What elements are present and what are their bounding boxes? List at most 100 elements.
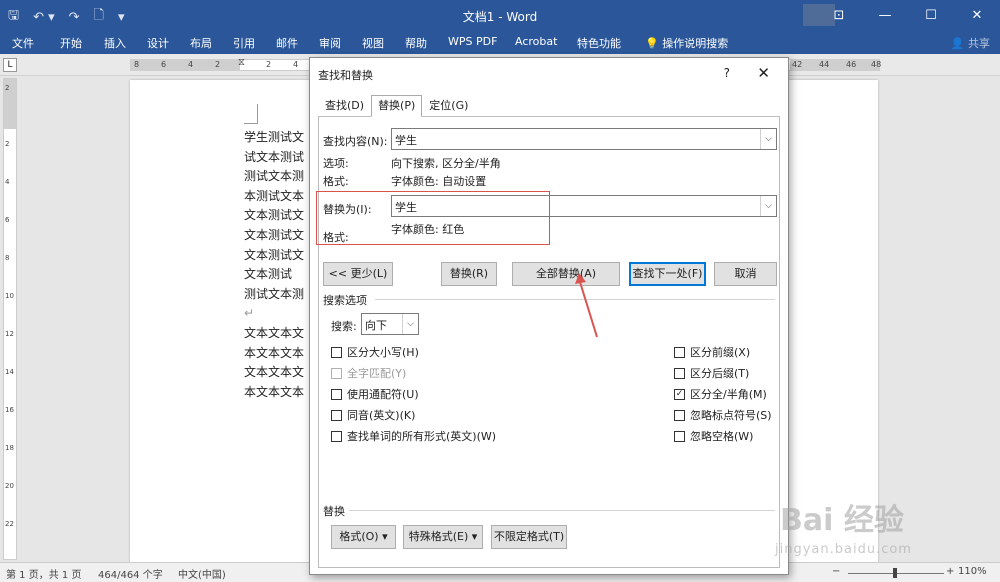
ribbon-display-options-icon[interactable]: ⊡ — [816, 0, 862, 30]
dialog-title: 查找和替换 — [318, 69, 373, 82]
annotation-arrow-icon — [575, 273, 598, 338]
indent-marker-icon[interactable]: ⧖ — [238, 57, 245, 68]
zoom-out-icon[interactable]: − — [832, 566, 840, 577]
minimize-icon[interactable]: — — [862, 0, 908, 30]
checkbox-box[interactable] — [674, 346, 685, 358]
ignore-punctuation-checkbox[interactable]: 忽略标点符号(S) — [674, 407, 772, 423]
share-label: 共享 — [968, 37, 990, 50]
ruler-number: 4 — [293, 60, 299, 69]
wildcards-checkbox[interactable]: 使用通配符(U) — [331, 386, 419, 402]
tab-view[interactable]: 视图 — [362, 35, 405, 51]
zoom-in-icon[interactable]: + — [946, 566, 954, 577]
no-formatting-button[interactable]: 不限定格式(T) — [491, 525, 567, 549]
document-line: 文本测试文 — [244, 247, 305, 262]
replace-section-heading: 替换 — [323, 505, 345, 518]
vruler-number: 14 — [5, 368, 14, 376]
checkbox-box[interactable] — [331, 346, 342, 358]
document-text[interactable]: 学生测试文 试文本测试 测试文本测 本测试文本 文本测试文 文本测试文 文本测试… — [244, 128, 304, 402]
document-line: 本文本文本 — [244, 345, 305, 360]
zoom-slider-thumb[interactable] — [893, 568, 897, 578]
tab-references[interactable]: 引用 — [233, 35, 276, 51]
tab-acrobat[interactable]: Acrobat — [515, 35, 577, 51]
all-word-forms-checkbox[interactable]: 查找单词的所有形式(英文)(W) — [331, 428, 496, 444]
vruler-number: 4 — [5, 178, 10, 186]
find-format-value: 字体颜色: 自动设置 — [391, 175, 487, 188]
maximize-icon[interactable]: ☐ — [908, 0, 954, 30]
ignore-whitespace-checkbox[interactable]: 忽略空格(W) — [674, 428, 753, 444]
tab-layout[interactable]: 布局 — [190, 35, 233, 51]
vruler-number: 18 — [5, 444, 14, 452]
checkbox-label: 使用通配符(U) — [347, 388, 419, 401]
match-suffix-checkbox[interactable]: 区分后缀(T) — [674, 365, 749, 381]
find-what-label: 查找内容(N): — [323, 135, 388, 148]
search-direction-select[interactable]: 向下 ⌵ — [361, 313, 419, 335]
match-case-checkbox[interactable]: 区分大小写(H) — [331, 344, 419, 360]
tab-mailings[interactable]: 邮件 — [276, 35, 319, 51]
tab-help[interactable]: 帮助 — [405, 35, 448, 51]
special-dropdown-button[interactable]: 特殊格式(E) ▾ — [403, 525, 483, 549]
checkbox-label: 全字匹配(Y) — [347, 367, 407, 380]
format-dropdown-button[interactable]: 格式(O) ▾ — [331, 525, 396, 549]
checkbox-box[interactable] — [331, 430, 342, 442]
find-what-input[interactable]: 学生 ⌵ — [391, 128, 777, 150]
tab-insert[interactable]: 插入 — [104, 35, 147, 51]
less-button[interactable]: << 更少(L) — [323, 262, 393, 286]
chevron-down-icon[interactable]: ⌵ — [760, 196, 776, 216]
watermark-url: jingyan.baidu.com — [775, 542, 912, 557]
match-prefix-checkbox[interactable]: 区分前缀(X) — [674, 344, 750, 360]
share-button[interactable]: 👤 共享 — [951, 35, 990, 51]
checkmark-icon[interactable]: ✓ — [674, 388, 685, 400]
checkbox-box[interactable] — [331, 409, 342, 421]
tab-goto[interactable]: 定位(G) — [422, 95, 475, 117]
close-icon[interactable]: ✕ — [954, 0, 1000, 30]
help-button[interactable]: ? — [724, 66, 730, 80]
tab-replace[interactable]: 替换(P) — [371, 95, 423, 117]
find-next-button[interactable]: 查找下一处(F) — [629, 262, 706, 286]
checkbox-label: 区分大小写(H) — [347, 346, 419, 359]
checkbox-label: 同音(英文)(K) — [347, 409, 416, 422]
vruler-number: 2 — [5, 140, 10, 148]
cancel-button[interactable]: 取消 — [714, 262, 777, 286]
find-what-value: 学生 — [395, 134, 417, 147]
tab-find[interactable]: 查找(D) — [318, 95, 371, 117]
options-value: 向下搜索, 区分全/半角 — [391, 157, 501, 170]
checkbox-label: 区分全/半角(M) — [690, 388, 767, 401]
replace-button[interactable]: 替换(R) — [441, 262, 497, 286]
chevron-down-icon[interactable]: ⌵ — [402, 314, 418, 334]
search-direction-value: 向下 — [365, 319, 387, 332]
language-indicator[interactable]: 中文(中国) — [178, 566, 226, 581]
checkbox-box[interactable] — [331, 388, 342, 400]
dialog-body: 查找内容(N): 学生 ⌵ 选项: 向下搜索, 区分全/半角 格式: 字体颜色:… — [318, 116, 780, 568]
tell-me-search[interactable]: 💡 操作说明搜索 — [645, 35, 728, 51]
tab-home[interactable]: 开始 — [60, 35, 104, 51]
checkbox-box[interactable] — [674, 430, 685, 442]
paragraph-mark: ↵ — [244, 306, 255, 321]
dialog-close-icon[interactable]: ✕ — [757, 64, 770, 82]
document-line: 本测试文本 — [244, 188, 305, 203]
tab-selector[interactable]: L — [3, 58, 17, 72]
tab-wps-pdf[interactable]: WPS PDF — [448, 35, 515, 51]
word-count[interactable]: 464/464 个字 — [98, 566, 163, 581]
sounds-like-checkbox[interactable]: 同音(英文)(K) — [331, 407, 415, 423]
vruler-number: 16 — [5, 406, 14, 414]
annotation-highlight-box — [316, 191, 550, 245]
tab-review[interactable]: 审阅 — [319, 35, 362, 51]
match-width-checkbox[interactable]: ✓ 区分全/半角(M) — [674, 386, 767, 402]
page-count[interactable]: 第 1 页，共 1 页 — [6, 566, 81, 581]
divider — [349, 510, 775, 511]
document-line: 测试文本测 — [244, 286, 305, 301]
ruler-number: 48 — [871, 60, 882, 69]
zoom-level[interactable]: 110% — [958, 566, 987, 577]
options-label: 选项: — [323, 157, 349, 170]
title-bar: 🖫 ↶ ▾ ↷ 🗋 ▾ 文档1 - Word ⊡ — ☐ ✕ — [0, 0, 1000, 30]
tab-file[interactable]: 文件 — [12, 35, 60, 51]
chevron-down-icon[interactable]: ⌵ — [760, 129, 776, 149]
whole-word-checkbox: 全字匹配(Y) — [331, 365, 406, 381]
search-options-heading: 搜索选项 — [323, 294, 367, 307]
ruler-number: 2 — [266, 60, 272, 69]
find-replace-dialog: 查找和替换 ? ✕ 查找(D) 替换(P) 定位(G) 查找内容(N): 学生 … — [309, 57, 789, 575]
checkbox-box[interactable] — [674, 367, 685, 379]
checkbox-box[interactable] — [674, 409, 685, 421]
tab-design[interactable]: 设计 — [147, 35, 190, 51]
tab-special-features[interactable]: 特色功能 — [577, 35, 645, 51]
